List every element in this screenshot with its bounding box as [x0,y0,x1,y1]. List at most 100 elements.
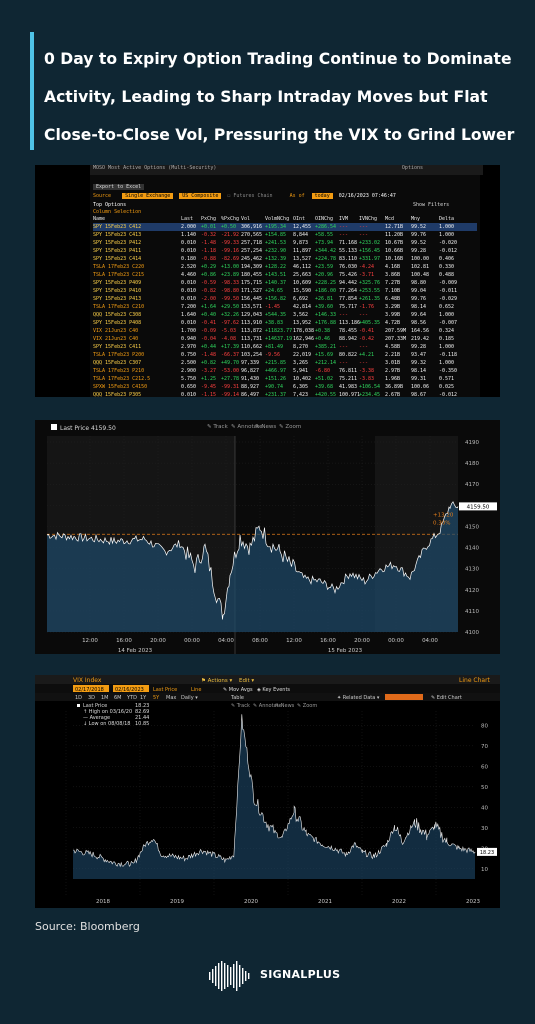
period-5y[interactable]: 5Y [153,695,160,701]
column-header: VolmNChg [265,216,290,222]
table-cell: 88,927 [241,384,260,390]
table-cell: 0.571 [439,376,455,382]
table-row[interactable]: SPY 15Feb23 P408 0.010 -0.41 -97.62 113,910 +… [93,319,477,327]
last-price-button[interactable]: Last Price [153,687,177,693]
table-row[interactable]: SPY 15Feb23 P410 0.010 -0.82 -98.80 171,527 +… [93,287,477,295]
table-row[interactable]: VIX 21Jun23 C40 0.940 -0.04 -4.08 113,731 +14… [93,335,477,343]
table-row[interactable]: SPY 15Feb23 C414 0.180 -0.88 -82.69 245,462 +… [93,255,477,263]
table-button[interactable]: Table [230,695,244,701]
table-row[interactable]: TSLA 17Feb23 C215 4.460 +0.86 +23.89 180,455… [93,271,477,279]
table-row[interactable]: SPY 15Feb23 C412 2.000 +0.01 +0.50 306,916 +1… [93,223,477,231]
column-header: Name [93,216,106,222]
table-cell: 9,873 [293,240,309,246]
table-cell: +1.64 [201,304,217,310]
table-cell: +420.55 [315,392,337,397]
table-cell: 1.640 [181,312,197,318]
table-row[interactable]: SPY 15Feb23 P413 0.010 -2.00 -99.50 156,445 +… [93,295,477,303]
x-tick-label: 2023 [466,899,480,905]
moving-averages-button[interactable]: ✎ Mov Avgs [223,687,253,693]
show-filters-button[interactable]: Show Filters [413,202,449,208]
table-cell: +405.35 [359,320,381,326]
table-cell: --- [359,360,369,366]
table-cell: --- [359,312,369,318]
table-cell: 178,038 [293,328,315,334]
search-field[interactable] [385,694,423,700]
table-cell: +73.94 [315,240,334,246]
table-cell: +0.46 [315,336,331,342]
table-cell: 0.010 [181,240,197,246]
actions-menu[interactable]: ⚑ Actions ▾ [201,678,233,684]
table-row[interactable]: VIX 21Jun23 C40 1.700 -0.09 -5.03 113,872 +11… [93,327,477,335]
tool-zoom[interactable]: ✎ Zoom [297,703,317,709]
tool-track[interactable]: ✎ Track [231,703,250,709]
table-cell: +143.51 [265,272,287,278]
tool-news[interactable]: ✎ News [255,424,276,430]
period-1d[interactable]: 1D [75,695,82,701]
export-excel-button[interactable]: Export to Excel [93,184,145,190]
table-row[interactable]: SPY 15Feb23 P412 0.010 -1.48 -99.33 257,718 +… [93,239,477,247]
column-header: %PxChg [221,216,240,222]
edit-chart-button[interactable]: ✎ Edit Chart [431,695,462,701]
legend-swatch [51,424,57,430]
line-button[interactable]: Line [191,687,201,693]
intraday-chart[interactable]: Last Price 4159.50 ✎ Track ✎ Annotate✎ New… [35,420,500,654]
table-cell: +176.88 [315,320,337,326]
table-cell: -0.012 [439,248,458,254]
table-row[interactable]: SPY 15Feb23 P411 0.010 -1.18 -99.16 257,254 +… [93,247,477,255]
legend-low-value: 10.85 [135,721,149,727]
asof-dropdown[interactable]: today [311,193,333,199]
tool-news[interactable]: ✎ News [275,703,295,709]
vix-chart[interactable]: VIX Index ⚑ Actions ▾ Edit ▾ Line Chart 02/1… [35,675,500,908]
table-cell: +39.68 [315,384,334,390]
table-cell: 77.854 [339,296,358,302]
table-cell: 4.58B [385,344,401,350]
table-row[interactable]: SPY 15Feb23 P409 0.010 -0.59 -98.33 175,715 +… [93,279,477,287]
table-row[interactable]: SPXW 15Feb23 C4150 0.650 -9.45 -99.31 88,927… [93,383,477,391]
table-cell: 3.29B [385,304,401,310]
period-6m[interactable]: 6M [114,695,122,701]
edit-menu[interactable]: Edit ▾ [239,678,254,684]
table-cell: -3.83 [359,376,375,382]
table-cell: --- [359,344,369,350]
table-cell: +0.40 [201,312,217,318]
table-row[interactable]: TSLA 17Feb23 C210 7.200 +1.64 +29.50 153,571… [93,303,477,311]
table-cell: 13,527 [293,256,312,262]
tool-track[interactable]: ✎ Track [207,424,229,430]
table-cell: -1.15 [201,392,217,397]
table-row[interactable]: TSLA 17Feb23 C220 2.520 +0.29 +13.00 194,309… [93,263,477,271]
related-data-button[interactable]: ✦ Related Data ▾ [337,695,380,701]
table-row[interactable]: QQQ 15Feb23 C308 1.640 +0.40 +32.26 129,043 +… [93,311,477,319]
table-row[interactable]: TSLA 17Feb23 P210 2.900 -3.27 -53.00 96,827 +… [93,367,477,375]
composite-dropdown[interactable]: US Composite [179,193,222,199]
table-row[interactable]: SPY 15Feb23 C413 1.140 -0.32 -21.92 270,565 +… [93,231,477,239]
period-1m[interactable]: 1M [101,695,109,701]
table-row[interactable]: QQQ 15Feb23 P305 0.010 -1.15 -99.14 86,497 +2… [93,391,477,397]
table-cell: +140.37 [265,280,287,286]
futures-chain-checkbox[interactable]: ☐ Futures Chain [227,193,272,199]
period-1y[interactable]: 1Y [140,695,147,701]
table-cell: 4.72B [385,320,401,326]
period-3d[interactable]: 3D [88,695,95,701]
table-cell: 7.200 [181,304,197,310]
frequency-dropdown[interactable]: Daily ▾ [181,695,198,701]
table-cell: 5,941 [293,368,309,374]
table-row[interactable]: TSLA 17Feb23 C212.5 5.750 +1.25 +27.78 91,43… [93,375,477,383]
table-row[interactable]: SPY 15Feb23 C411 2.970 +0.44 +17.39 110,662 +… [93,343,477,351]
table-cell: +23.59 [315,264,334,270]
period-max[interactable]: Max [166,695,176,701]
tool-zoom[interactable]: ✎ Zoom [279,424,301,430]
table-cell: --- [339,312,349,318]
period-ytd[interactable]: YTD [126,695,137,701]
table-cell: 91,430 [241,376,260,382]
key-events-button[interactable]: ◈ Key Events [257,687,290,693]
table-cell: 98.14 [411,368,427,374]
table-row[interactable]: TSLA 17Feb23 P200 0.750 -1.48 -66.37 103,254… [93,351,477,359]
table-cell: 83.110 [339,256,358,262]
table-cell: -3.38 [359,368,375,374]
source-dropdown[interactable]: Single Exchange [122,193,174,199]
table-row[interactable]: QQQ 15Feb23 C307 2.500 +0.82 +49.70 97,339 +2… [93,359,477,367]
table-cell: 76.811 [339,368,358,374]
y-tick-label: 30 [481,826,488,832]
table-cell: 0.330 [439,264,455,270]
table-cell: 0.010 [181,320,197,326]
